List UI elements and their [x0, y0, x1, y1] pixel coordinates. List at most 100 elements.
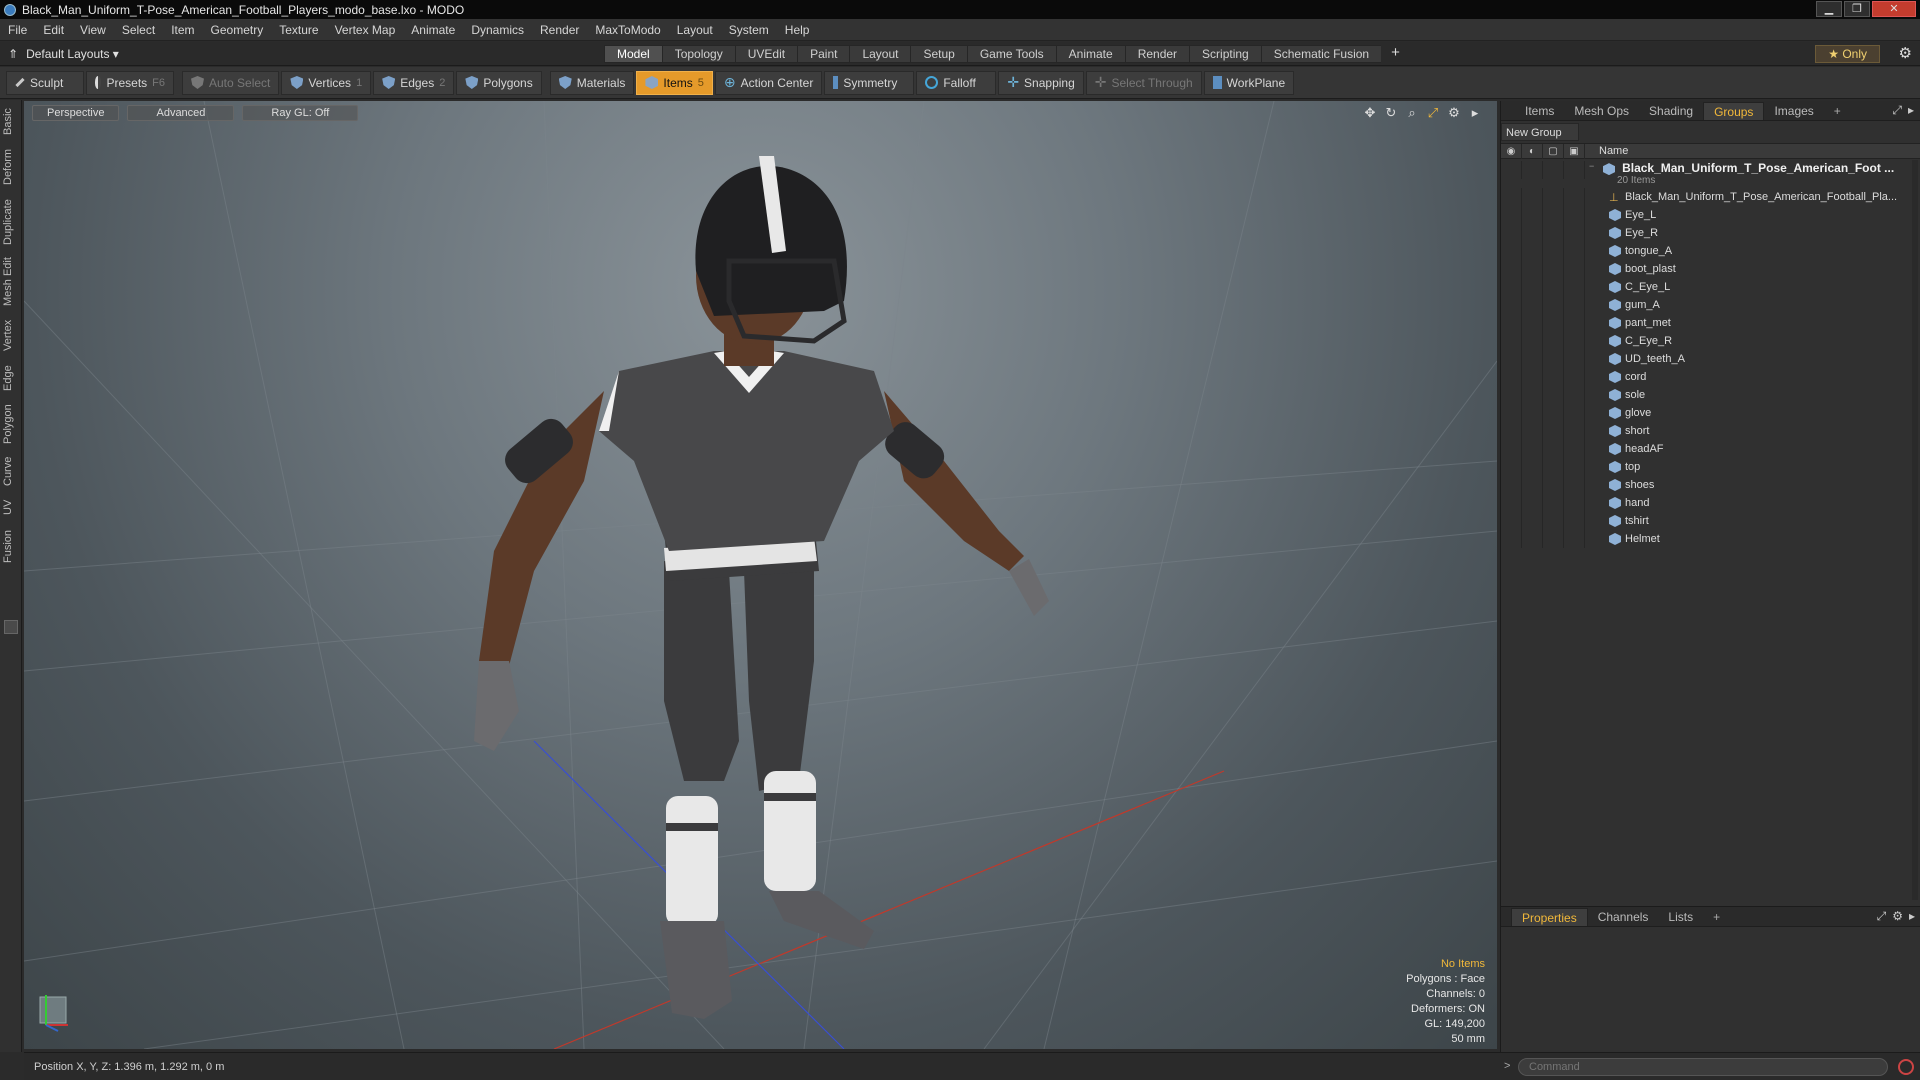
tab-groups[interactable]: Groups — [1703, 101, 1765, 120]
group-item-row[interactable]: top — [1501, 458, 1920, 476]
menu-geometry[interactable]: Geometry — [203, 19, 272, 41]
locator-row[interactable]: ⊥ Black_Man_Uniform_T_Pose_American_Foot… — [1501, 188, 1920, 206]
menu-item[interactable]: Item — [163, 19, 202, 41]
tab-uvedit[interactable]: UVEdit — [734, 45, 798, 63]
vtab-polygon[interactable]: Polygon — [2, 402, 20, 446]
group-item-row[interactable]: sole — [1501, 386, 1920, 404]
tab-topology[interactable]: Topology — [661, 45, 735, 63]
group-item-row[interactable]: cord — [1501, 368, 1920, 386]
maximize-button[interactable]: ❐ — [1844, 1, 1870, 17]
auto-select-button[interactable]: Auto Select — [182, 70, 280, 95]
menu-file[interactable]: File — [0, 19, 35, 41]
vtab-deform[interactable]: Deform — [2, 146, 20, 188]
lock-column-icon[interactable]: ▢ — [1543, 144, 1564, 159]
menu-select[interactable]: Select — [114, 19, 163, 41]
vtab-basic[interactable]: Basic — [2, 106, 20, 138]
visibility-column-eye-icon[interactable]: ◉ — [1501, 144, 1522, 159]
vtab-mesh-edit[interactable]: Mesh Edit — [2, 256, 20, 308]
tree-scrollbar[interactable] — [1912, 160, 1918, 900]
falloff-button[interactable]: Falloff — [916, 70, 997, 95]
zoom-icon[interactable]: ⌕ — [1404, 105, 1420, 121]
menu-view[interactable]: View — [72, 19, 114, 41]
vtab-fusion[interactable]: Fusion — [2, 526, 20, 566]
menu-layout[interactable]: Layout — [669, 19, 721, 41]
tab-lists[interactable]: Lists — [1658, 908, 1703, 926]
panel-menu-arrow-icon[interactable]: ▸ — [1908, 103, 1914, 118]
group-item-row[interactable]: pant_met — [1501, 314, 1920, 332]
items-button[interactable]: Items 5 — [636, 70, 713, 95]
render-column-icon[interactable]: ◐ — [1522, 144, 1543, 159]
close-button[interactable]: ✕ — [1872, 1, 1916, 17]
vtab-uv[interactable]: UV — [2, 496, 20, 518]
group-item-row[interactable]: C_Eye_R — [1501, 332, 1920, 350]
stop-icon[interactable] — [1898, 1059, 1914, 1075]
vtab-edge[interactable]: Edge — [2, 362, 20, 394]
action-center-button[interactable]: ⊕ Action Center — [714, 70, 823, 95]
group-item-row[interactable]: C_Eye_L — [1501, 278, 1920, 296]
select-through-button[interactable]: ✛ Select Through — [1085, 70, 1202, 95]
edges-button[interactable]: Edges 2 — [373, 70, 455, 95]
command-input[interactable] — [1518, 1058, 1888, 1076]
tab-scripting[interactable]: Scripting — [1189, 45, 1261, 63]
shading-mode-button[interactable]: Advanced — [127, 105, 235, 121]
tab-schematic-fusion[interactable]: Schematic Fusion — [1260, 45, 1382, 63]
vtab-duplicate[interactable]: Duplicate — [2, 196, 20, 248]
tab-images[interactable]: Images — [1764, 102, 1823, 120]
tab-model[interactable]: Model — [604, 45, 662, 63]
new-group-button[interactable]: New Group — [1501, 123, 1579, 141]
add-properties-tab-button[interactable]: + — [1703, 908, 1730, 926]
group-item-row[interactable]: tongue_A — [1501, 242, 1920, 260]
select-column-icon[interactable]: ▣ — [1564, 144, 1585, 159]
group-item-row[interactable]: boot_plast — [1501, 260, 1920, 278]
vtab-vertex[interactable]: Vertex — [2, 316, 20, 354]
menu-texture[interactable]: Texture — [271, 19, 326, 41]
polygons-button[interactable]: Polygons — [456, 70, 542, 95]
viewport-menu-arrow-icon[interactable]: ▸ — [1467, 105, 1483, 121]
menu-render[interactable]: Render — [532, 19, 587, 41]
group-item-row[interactable]: Helmet — [1501, 530, 1920, 548]
raygl-toggle-button[interactable]: Ray GL: Off — [242, 105, 359, 121]
sculpt-button[interactable]: Sculpt — [6, 70, 84, 95]
viewport-settings-icon[interactable]: ⚙ — [1446, 105, 1462, 121]
group-item-row[interactable]: tshirt — [1501, 512, 1920, 530]
materials-button[interactable]: Materials — [549, 70, 635, 95]
snapping-button[interactable]: ✛ Snapping — [998, 70, 1084, 95]
group-item-row[interactable]: UD_teeth_A — [1501, 350, 1920, 368]
group-item-row[interactable]: glove — [1501, 404, 1920, 422]
only-toggle-button[interactable]: ★ Only — [1815, 45, 1880, 63]
tab-channels[interactable]: Channels — [1588, 908, 1659, 926]
group-item-row[interactable]: short — [1501, 422, 1920, 440]
symmetry-button[interactable]: Symmetry — [824, 70, 915, 95]
tab-setup[interactable]: Setup — [910, 45, 967, 63]
view-mode-button[interactable]: Perspective — [32, 105, 120, 121]
group-item-row[interactable]: shoes — [1501, 476, 1920, 494]
workplane-button[interactable]: WorkPlane — [1203, 70, 1295, 95]
tab-animate[interactable]: Animate — [1055, 45, 1125, 63]
group-item-row[interactable]: Eye_L — [1501, 206, 1920, 224]
group-item-row[interactable]: hand — [1501, 494, 1920, 512]
maximize-viewport-icon[interactable]: ⤢ — [1425, 105, 1441, 121]
vertices-button[interactable]: Vertices 1 — [281, 70, 372, 95]
eye-icon[interactable] — [1501, 161, 1522, 179]
3d-viewport[interactable]: Perspective Advanced Ray GL: Off ✥ ↻ ⌕ ⤢… — [24, 101, 1497, 1049]
pan-icon[interactable]: ✥ — [1362, 105, 1378, 121]
group-root-row[interactable]: − Black_Man_Uniform_T_Pose_American_Foot… — [1501, 160, 1920, 188]
presets-button[interactable]: Presets F6 — [86, 70, 174, 95]
group-item-row[interactable]: Eye_R — [1501, 224, 1920, 242]
panel-toggle-button[interactable] — [4, 620, 18, 634]
tab-shading[interactable]: Shading — [1639, 102, 1703, 120]
menu-system[interactable]: System — [721, 19, 777, 41]
collapse-arrow-icon[interactable]: − — [1589, 161, 1603, 171]
menu-animate[interactable]: Animate — [403, 19, 463, 41]
rotate-icon[interactable]: ↻ — [1383, 105, 1399, 121]
menu-maxtomodo[interactable]: MaxToModo — [587, 19, 668, 41]
properties-expand-icon[interactable]: ⤢ — [1877, 909, 1887, 924]
properties-gear-icon[interactable]: ⚙ — [1892, 909, 1903, 924]
minimize-button[interactable]: ▁ — [1816, 1, 1842, 17]
gear-icon[interactable]: ⚙ — [1899, 44, 1912, 62]
tab-mesh-ops[interactable]: Mesh Ops — [1564, 102, 1639, 120]
group-item-row[interactable]: headAF — [1501, 440, 1920, 458]
default-layouts-dropdown[interactable]: ⇑ Default Layouts ▾ — [8, 42, 119, 66]
tab-game-tools[interactable]: Game Tools — [966, 45, 1056, 63]
menu-dynamics[interactable]: Dynamics — [463, 19, 532, 41]
